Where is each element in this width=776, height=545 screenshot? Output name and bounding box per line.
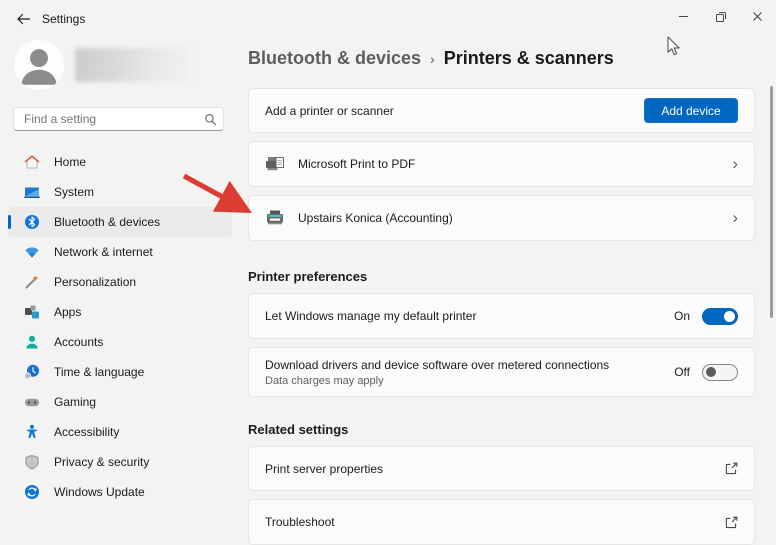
sidebar-item-privacy-security[interactable]: Privacy & security — [8, 447, 232, 477]
sidebar-item-label: Home — [54, 155, 86, 169]
sidebar-item-apps[interactable]: Apps — [8, 297, 232, 327]
default-printer-row: Let Windows manage my default printer On — [248, 293, 755, 339]
metered-downloads-description: Data charges may apply — [265, 375, 609, 387]
printer-row-print-to-pdf[interactable]: Microsoft Print to PDF › — [248, 141, 755, 187]
sidebar-item-label: Apps — [54, 305, 81, 319]
close-button[interactable] — [739, 0, 776, 33]
metered-downloads-toggle[interactable] — [702, 364, 738, 381]
sidebar-item-system[interactable]: System — [8, 177, 232, 207]
sidebar-item-personalization[interactable]: Personalization — [8, 267, 232, 297]
printer-name: Upstairs Konica (Accounting) — [298, 211, 453, 225]
back-button[interactable] — [12, 8, 34, 30]
default-printer-toggle[interactable] — [702, 308, 738, 325]
print-to-pdf-icon — [265, 156, 285, 172]
apps-icon — [24, 304, 40, 320]
section-heading-related-settings: Related settings — [248, 422, 755, 438]
avatar[interactable] — [14, 40, 64, 90]
sidebar-item-home[interactable]: Home — [8, 147, 232, 177]
default-printer-label: Let Windows manage my default printer — [265, 309, 476, 323]
system-icon — [24, 184, 40, 200]
sidebar: Home System Bluetooth & devices Network … — [0, 36, 240, 545]
sidebar-item-bluetooth-devices[interactable]: Bluetooth & devices — [8, 207, 232, 237]
search-icon[interactable] — [197, 113, 223, 126]
breadcrumb: Bluetooth & devices › Printers & scanner… — [248, 45, 755, 71]
accounts-icon — [24, 334, 40, 350]
add-printer-label: Add a printer or scanner — [265, 104, 394, 118]
restore-icon — [715, 11, 727, 23]
metered-downloads-row: Download drivers and device software ove… — [248, 347, 755, 397]
settings-window: Settings Home — [0, 0, 776, 545]
gaming-icon — [24, 394, 40, 410]
sidebar-item-network-internet[interactable]: Network & internet — [8, 237, 232, 267]
sidebar-nav: Home System Bluetooth & devices Network … — [8, 147, 232, 507]
scrollbar-thumb[interactable] — [770, 86, 773, 318]
printer-name: Microsoft Print to PDF — [298, 157, 415, 171]
sidebar-item-label: Accessibility — [54, 425, 119, 439]
breadcrumb-parent[interactable]: Bluetooth & devices — [248, 48, 421, 69]
sidebar-item-label: Bluetooth & devices — [54, 215, 160, 229]
window-controls — [665, 0, 776, 33]
sidebar-item-label: Network & internet — [54, 245, 153, 259]
privacy-security-icon — [24, 454, 40, 470]
sidebar-item-label: Personalization — [54, 275, 136, 289]
time-language-icon — [24, 364, 40, 380]
section-heading-printer-preferences: Printer preferences — [248, 269, 755, 285]
window-title: Settings — [42, 12, 85, 26]
metered-downloads-text: Download drivers and device software ove… — [265, 358, 609, 387]
account-name-redacted — [75, 48, 190, 82]
restore-button[interactable] — [702, 0, 739, 33]
sidebar-item-label: Windows Update — [54, 485, 145, 499]
sidebar-item-label: Privacy & security — [54, 455, 149, 469]
sidebar-item-accessibility[interactable]: Accessibility — [8, 417, 232, 447]
metered-downloads-label: Download drivers and device software ove… — [265, 358, 609, 372]
sidebar-item-gaming[interactable]: Gaming — [8, 387, 232, 417]
chevron-right-icon: › — [732, 155, 738, 174]
bluetooth-icon — [24, 214, 40, 230]
toggle-state-label: Off — [674, 365, 690, 379]
network-icon — [24, 244, 40, 260]
printer-row-upstairs-konica[interactable]: Upstairs Konica (Accounting) › — [248, 195, 755, 241]
external-link-icon — [725, 462, 738, 475]
search-box — [13, 107, 224, 131]
sidebar-item-windows-update[interactable]: Windows Update — [8, 477, 232, 507]
sidebar-item-label: Accounts — [54, 335, 103, 349]
personalization-icon — [24, 274, 40, 290]
close-icon — [752, 11, 763, 22]
search-input[interactable] — [14, 112, 197, 126]
sidebar-item-accounts[interactable]: Accounts — [8, 327, 232, 357]
minimize-button[interactable] — [665, 0, 702, 33]
sidebar-item-time-language[interactable]: Time & language — [8, 357, 232, 387]
print-server-properties-label: Print server properties — [265, 462, 383, 476]
sidebar-item-label: Gaming — [54, 395, 96, 409]
add-printer-row: Add a printer or scanner Add device — [248, 88, 755, 133]
page-title: Printers & scanners — [444, 48, 614, 69]
breadcrumb-separator-icon: › — [430, 49, 435, 67]
titlebar: Settings — [0, 0, 776, 36]
troubleshoot-row[interactable]: Troubleshoot — [248, 499, 755, 545]
main-content: Bluetooth & devices › Printers & scanner… — [248, 36, 755, 545]
external-link-icon — [725, 516, 738, 529]
accessibility-icon — [24, 424, 40, 440]
sidebar-item-label: Time & language — [54, 365, 144, 379]
chevron-right-icon: › — [732, 209, 738, 228]
windows-update-icon — [24, 484, 40, 500]
troubleshoot-label: Troubleshoot — [265, 515, 335, 529]
back-arrow-icon — [16, 12, 31, 26]
person-icon — [14, 40, 64, 90]
print-server-properties-row[interactable]: Print server properties — [248, 446, 755, 491]
sidebar-item-label: System — [54, 185, 94, 199]
minimize-icon — [678, 11, 689, 22]
printer-icon — [265, 210, 285, 226]
add-device-button[interactable]: Add device — [644, 98, 738, 123]
toggle-state-label: On — [674, 309, 690, 323]
home-icon — [24, 154, 40, 170]
